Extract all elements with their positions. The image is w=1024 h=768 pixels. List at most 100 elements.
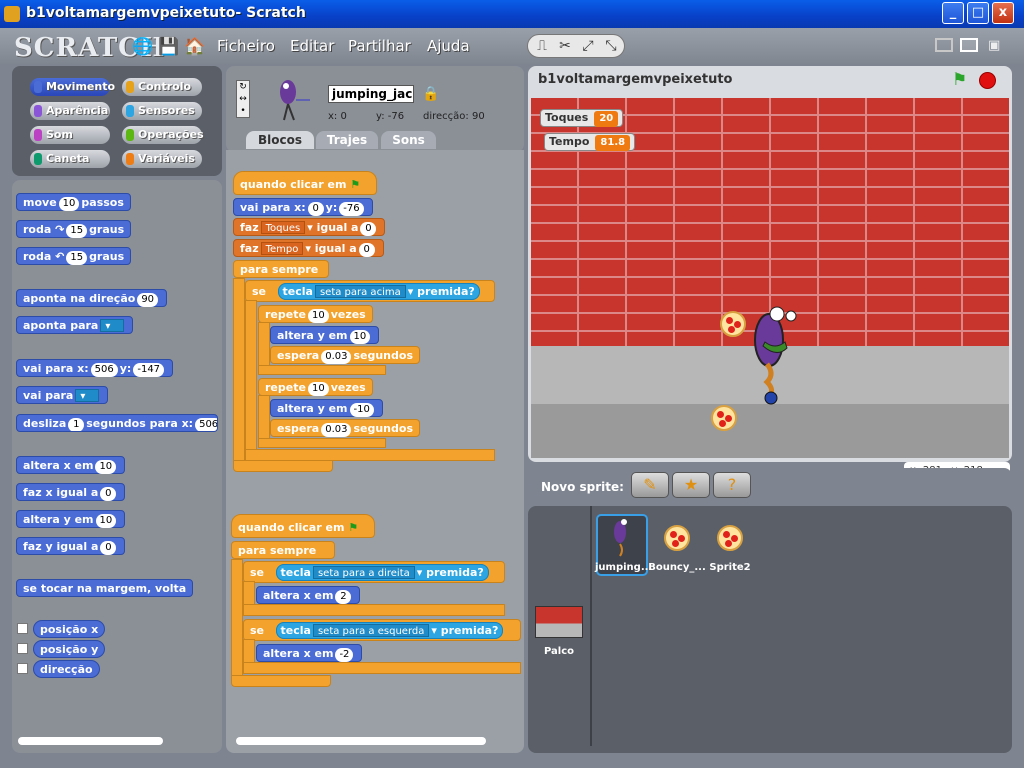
- cat-sensores[interactable]: Sensores: [122, 102, 202, 120]
- close-button[interactable]: x: [992, 2, 1014, 24]
- checkbox-pos-x[interactable]: [17, 623, 28, 634]
- block-point-direction[interactable]: aponta na direção 90: [16, 289, 168, 307]
- block-pos-x[interactable]: posição x: [33, 620, 106, 638]
- menu-partilhar[interactable]: Partilhar: [348, 37, 411, 55]
- sprite-label-bouncy: Bouncy_...: [648, 562, 706, 573]
- monitor-tempo[interactable]: Tempo 81.8: [544, 133, 636, 151]
- s1-forever[interactable]: para sempre: [233, 260, 329, 278]
- sprite-divider: [590, 506, 592, 746]
- block-point-towards[interactable]: aponta para ▾: [16, 316, 134, 334]
- block-turn-right[interactable]: roda ↷ 15 graus: [16, 220, 132, 238]
- s1-set-tempo[interactable]: faz Tempo ▾ igual a0: [233, 239, 384, 257]
- normal-stage-icon[interactable]: [960, 38, 978, 52]
- cat-caneta[interactable]: Caneta: [30, 150, 110, 168]
- choose-sprite-button[interactable]: ★: [672, 472, 710, 498]
- s1-wait-1[interactable]: espera 0.03 segundos: [270, 346, 420, 364]
- s2-if-left[interactable]: se tecla seta para a esquerda ▾ premida?: [243, 619, 521, 641]
- monitor-toques[interactable]: Toques 20: [540, 109, 624, 127]
- grow-icon[interactable]: ⤢: [576, 36, 600, 56]
- lock-icon[interactable]: 🔒: [422, 86, 439, 102]
- s2-forever-arm: [231, 559, 243, 677]
- s1-repeat2-arm: [258, 395, 270, 441]
- green-flag-button[interactable]: ⚑: [952, 70, 967, 90]
- shrink-icon[interactable]: ⤡: [599, 36, 623, 56]
- s2-when-flag-clicked[interactable]: quando clicar em ⚑: [231, 514, 375, 538]
- checkbox-pos-y[interactable]: [17, 643, 28, 654]
- block-set-x[interactable]: faz x igual a0: [16, 483, 126, 501]
- sprite-x-readout: x: 0: [328, 111, 347, 122]
- block-glide[interactable]: desliza 1 segundos para x: 506: [16, 414, 218, 432]
- s1-change-y-1[interactable]: altera y em 10: [270, 326, 380, 344]
- s2-forever[interactable]: para sempre: [231, 541, 335, 559]
- cat-movimento[interactable]: Movimento: [30, 78, 115, 96]
- block-bounce[interactable]: se tocar na margem, volta: [16, 579, 194, 597]
- s1-goto-xy[interactable]: vai para x: 0 y: -76: [233, 198, 373, 216]
- s2-change-x-right[interactable]: altera x em 2: [256, 586, 361, 604]
- s2-forever-end: [231, 675, 331, 687]
- sprite-thumbnail: [270, 76, 310, 124]
- sprite-tile-sprite2[interactable]: [717, 525, 743, 551]
- green-flag-icon: ⚑: [348, 521, 359, 534]
- presentation-icon[interactable]: ▣: [988, 38, 1006, 53]
- cat-aparencia[interactable]: Aparência: [30, 102, 110, 120]
- block-turn-left[interactable]: roda ↶ 15 graus: [16, 247, 132, 265]
- ball-sprite-2[interactable]: [711, 405, 737, 431]
- menu-ficheiro[interactable]: Ficheiro: [217, 37, 275, 55]
- menu-editar[interactable]: Editar: [290, 37, 334, 55]
- s1-repeat1-end: [258, 365, 386, 375]
- block-goto[interactable]: vai para ▾: [16, 386, 109, 404]
- sprite-name-input[interactable]: jumping_jac: [328, 85, 414, 103]
- jumping-jack-sprite[interactable]: [747, 302, 799, 406]
- scripts-scrollbar[interactable]: [236, 737, 486, 745]
- s1-repeat2[interactable]: repete 10 vezes: [258, 378, 373, 396]
- stage-canvas[interactable]: Toques 20 Tempo 81.8: [531, 98, 1009, 458]
- cat-controlo[interactable]: Controlo: [122, 78, 202, 96]
- stamp-icon[interactable]: ⎍: [530, 36, 554, 56]
- s1-set-toques[interactable]: faz Toques ▾ igual a0: [233, 218, 386, 236]
- s1-repeat1[interactable]: repete 10 vezes: [258, 305, 373, 323]
- palette-scrollbar[interactable]: [18, 737, 163, 745]
- minimize-button[interactable]: _: [942, 2, 964, 24]
- block-goto-xy[interactable]: vai para x: 506 y: -147: [16, 359, 174, 377]
- ball-sprite-1[interactable]: [720, 311, 746, 337]
- menu-ajuda[interactable]: Ajuda: [427, 37, 470, 55]
- block-direction[interactable]: direcção: [33, 660, 100, 678]
- paint-sprite-button[interactable]: ✎: [631, 472, 669, 498]
- cat-variaveis[interactable]: Variáveis: [122, 150, 202, 168]
- share-icon[interactable]: 🏠: [184, 37, 205, 57]
- maximize-button[interactable]: □: [967, 2, 989, 24]
- s1-if-end: [245, 449, 495, 461]
- s1-if[interactable]: se tecla seta para acima ▾ premida?: [245, 280, 495, 302]
- stage-label: Palco: [543, 646, 575, 657]
- sprite-tile-bouncy[interactable]: [664, 525, 690, 551]
- tab-sons[interactable]: Sons: [381, 131, 436, 149]
- block-pos-y[interactable]: posição y: [33, 640, 106, 658]
- block-set-y[interactable]: faz y igual a0: [16, 537, 126, 555]
- s1-change-y-2[interactable]: altera y em -10: [270, 399, 383, 417]
- stage-thumbnail[interactable]: [535, 606, 583, 638]
- s1-when-flag-clicked[interactable]: quando clicar em ⚑: [233, 171, 377, 195]
- cat-som[interactable]: Som: [30, 126, 110, 144]
- block-change-x[interactable]: altera x em 10: [16, 456, 126, 474]
- block-move[interactable]: move 10 passos: [16, 193, 131, 211]
- globe-icon[interactable]: 🌐: [132, 37, 153, 57]
- window-title: b1voltamargemvpeixetuto- Scratch: [26, 5, 306, 21]
- s2-if-right[interactable]: se tecla seta para a direita ▾ premida?: [243, 561, 505, 583]
- cat-operacoes[interactable]: Operações: [122, 126, 204, 144]
- block-change-y[interactable]: altera y em 10: [16, 510, 126, 528]
- tab-trajes[interactable]: Trajes: [316, 131, 378, 149]
- rotation-style-icons[interactable]: ↻ ↔ •: [236, 80, 250, 118]
- sprite-direction-readout: direcção: 90: [423, 111, 485, 122]
- project-title: b1voltamargemvpeixetuto: [538, 72, 733, 87]
- s1-wait-2[interactable]: espera 0.03 segundos: [270, 419, 420, 437]
- random-sprite-button[interactable]: ?: [713, 472, 751, 498]
- stop-button[interactable]: [979, 72, 996, 89]
- s2-change-x-left[interactable]: altera x em -2: [256, 644, 363, 662]
- s1-forever-arm: [233, 278, 245, 462]
- scissors-icon[interactable]: ✂: [553, 36, 577, 56]
- tab-blocos[interactable]: Blocos: [246, 131, 314, 149]
- save-icon[interactable]: 💾: [158, 37, 179, 57]
- s2-if-right-arm: [243, 581, 255, 605]
- small-stage-icon[interactable]: [935, 38, 953, 52]
- checkbox-direction[interactable]: [17, 663, 28, 674]
